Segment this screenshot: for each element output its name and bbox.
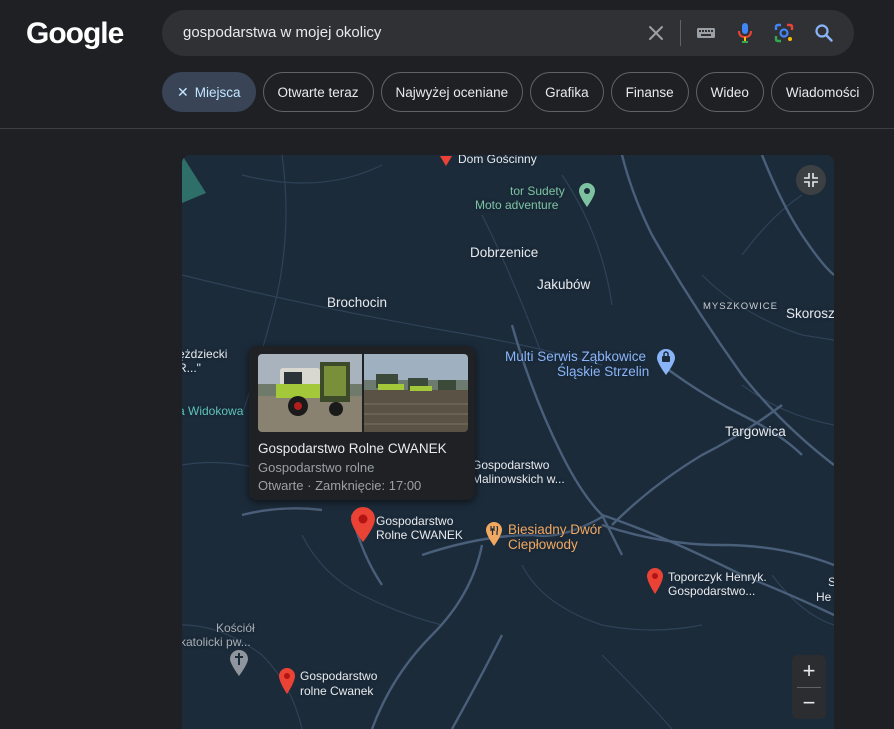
chip-miejsca[interactable]: ✕ Miejsca [162,72,256,112]
label-zdziecki-2[interactable]: R..." [182,361,201,375]
chip-label: Wideo [710,84,749,100]
zoom-controls: + − [792,655,826,719]
label-dom-goscinny[interactable]: Dom Gościnny [458,155,537,166]
label-gospodarstwo-rolne-cwanek-2[interactable]: rolne Cwanek [300,684,373,698]
label-dobrzenice: Dobrzenice [470,245,539,260]
chip-label: Najwyżej oceniane [395,84,509,100]
label-kosciol[interactable]: Kościół [216,621,255,635]
microphone-icon[interactable] [733,21,757,45]
label-toporczyk-2[interactable]: Gospodarstwo... [668,584,755,598]
label-gospodarstwo-malinowskich-2[interactable]: Malinowskich w... [472,472,565,486]
pin-selected-cwanek[interactable] [350,507,376,548]
label-brochocin: Brochocin [327,295,388,310]
header-divider [0,128,894,129]
chip-label: Wiadomości [785,84,860,100]
label-skorosz: Skorosz [786,306,834,321]
pin-kosciol[interactable] [229,649,249,682]
place-popup[interactable]: Gospodarstwo Rolne CWANEK Gospodarstwo r… [249,346,475,500]
lens-icon[interactable] [772,21,796,45]
label-toporczyk[interactable]: Toporczyk Henryk. [668,570,767,584]
pin-toporczyk[interactable] [646,567,664,600]
popup-photos[interactable] [258,354,468,432]
pin-biesiadny-dwor[interactable] [485,521,503,552]
label-gospodarstwo-cwanek[interactable]: Gospodarstwo [376,514,453,528]
chip-label: Finanse [625,84,674,100]
chip-otwarte-teraz[interactable]: Otwarte teraz [262,72,374,112]
pin-multi-serwis[interactable] [656,348,676,381]
label-gospodarstwo-cwanek-2[interactable]: Rolne CWANEK [376,528,463,542]
popup-hours: Otwarte · Zamknięcie: 17:00 [258,478,422,493]
label-gospodarstwo-malinowskich[interactable]: Gospodarstwo [472,458,549,472]
label-tor-sudety-2[interactable]: Moto adventure [475,198,558,212]
label-s: S [828,575,834,589]
chip-najwyzej-oceniane[interactable]: Najwyżej oceniane [380,72,524,112]
chip-wideo[interactable]: Wideo [695,72,764,112]
label-multi-serwis-2[interactable]: Śląskie Strzelin [557,364,649,379]
chip-label: Grafika [545,84,589,100]
label-widokowa[interactable]: a Widokowa [182,404,243,418]
zoom-in-button[interactable]: + [792,655,826,687]
clear-icon[interactable] [644,21,668,45]
label-tor-sudety[interactable]: tor Sudety [510,184,565,198]
chip-wiadomosci[interactable]: Wiadomości [770,72,875,112]
label-targowica: Targowica [725,424,786,439]
label-gospodarstwo-rolne-cwanek[interactable]: Gospodarstwo [300,669,377,683]
chip-label: Otwarte teraz [277,84,359,100]
search-icon[interactable] [812,21,836,45]
label-he: He [816,590,832,604]
google-logo[interactable]: Google [26,17,124,51]
search-input[interactable]: gospodarstwa w mojej okolicy [183,24,381,41]
keyboard-icon[interactable] [694,21,718,45]
popup-title[interactable]: Gospodarstwo Rolne CWANEK [258,441,447,456]
chip-grafika[interactable]: Grafika [530,72,604,112]
pin-dom-goscinny[interactable] [440,155,452,171]
label-jakubow: Jakubów [537,277,591,292]
label-biesiadny-dwor-2[interactable]: Ciepłowody [508,537,578,552]
popup-category: Gospodarstwo rolne [258,460,375,475]
photo-harvester-1[interactable] [258,354,362,432]
filter-chips: ✕ Miejsca Otwarte teraz Najwyżej ocenian… [162,72,875,112]
pin-gospodarstwo-cwanek-2[interactable] [278,667,296,700]
photo-harvester-2[interactable] [364,354,468,432]
exit-fullscreen-button[interactable] [796,165,826,195]
collapse-icon [804,173,818,187]
search-box[interactable]: gospodarstwa w mojej okolicy [162,10,854,56]
label-myszkowice: MYSZKOWICE [703,301,778,312]
label-biesiadny-dwor[interactable]: Biesiadny Dwór [508,522,602,537]
chip-label: Miejsca [194,84,241,100]
label-kosciol-2[interactable]: katolicki pw... [182,635,251,649]
chip-finanse[interactable]: Finanse [610,72,689,112]
zoom-out-button[interactable]: − [792,687,826,719]
label-zdziecki[interactable]: ężdziecki [182,347,227,361]
close-icon[interactable]: ✕ [177,84,189,101]
label-multi-serwis[interactable]: Multi Serwis Ząbkowice [505,349,646,364]
pin-tor-sudety[interactable] [578,182,596,213]
search-divider [680,20,681,46]
